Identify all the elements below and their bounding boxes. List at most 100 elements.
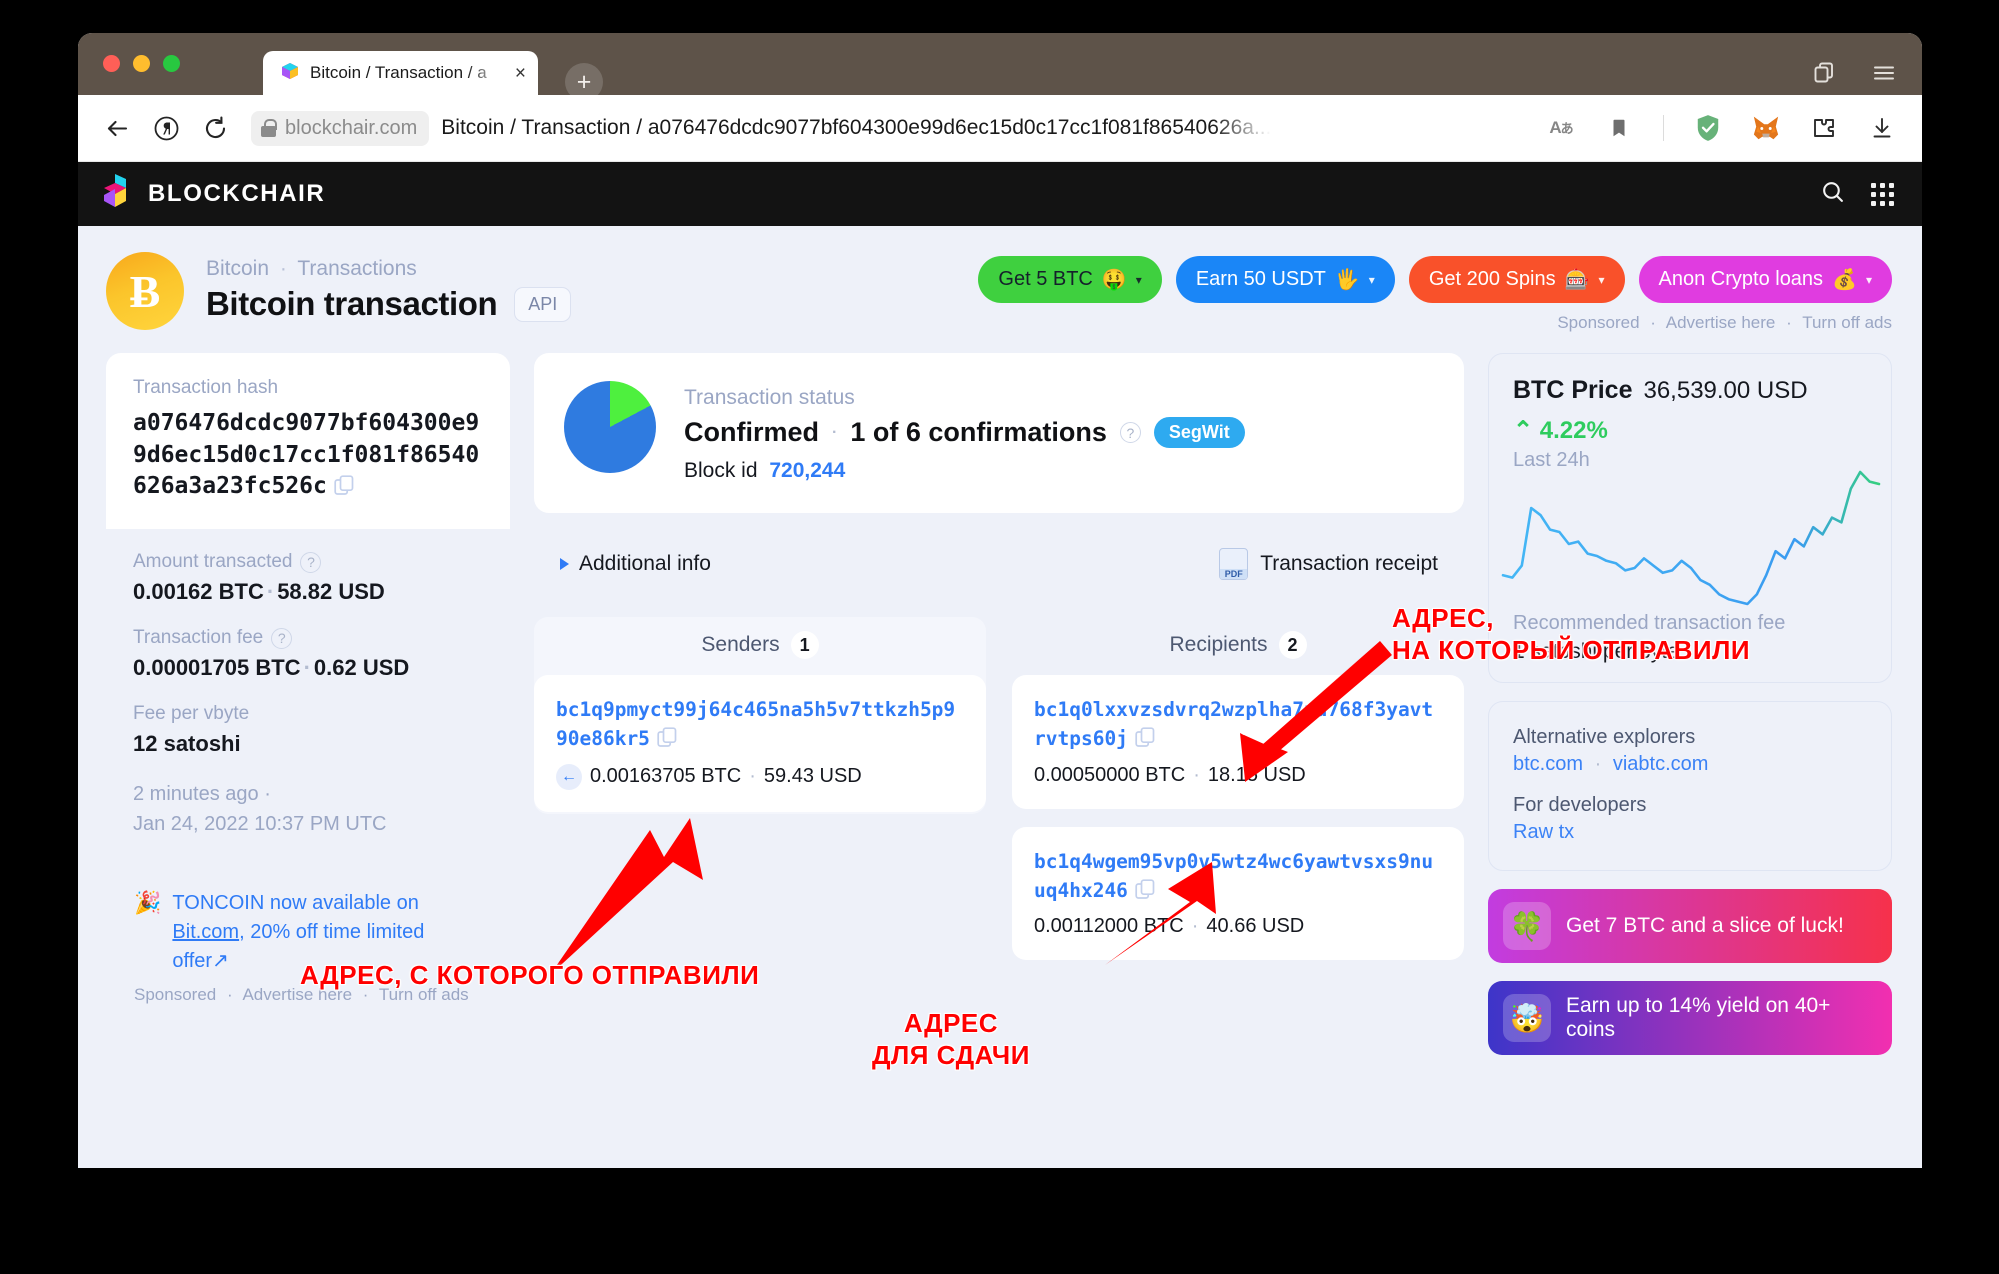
ad-button-0[interactable]: Get 5 BTC 🤑 ▾ [978,256,1162,303]
window-traffic-lights[interactable] [103,55,180,72]
block-id-link[interactable]: 720,244 [769,459,845,482]
translate-page-icon[interactable]: Aあ [1547,114,1575,142]
toncoin-bitcom-link[interactable]: Bit.com [172,921,239,943]
transaction-hash-text: a076476dcdc9077bf604300e99d6ec15d0c17cc1… [133,410,480,500]
alternative-explorers-links: btc.com · viabtc.com [1513,753,1867,776]
tab-manager-icon[interactable] [1812,61,1836,85]
breadcrumb-bitcoin[interactable]: Bitcoin [206,257,269,280]
fee-label-text: Transaction fee [133,627,264,649]
ad-button-1[interactable]: Earn 50 USDT 🖐️ ▾ [1175,256,1395,303]
amount-label-text: Amount transacted [133,551,293,573]
chevron-down-icon[interactable]: ▾ [1866,273,1872,287]
address-bar-host: blockchair.com [285,116,418,139]
transaction-receipt-label: Transaction receipt [1260,552,1438,575]
reload-button-icon[interactable] [202,115,229,142]
ads-sep-2: · [1786,313,1792,332]
ads-advertise-link[interactable]: Advertise here [1666,313,1776,332]
amount-transacted-value: 0.00162 BTC · 58.82 USD [133,579,483,605]
ad-button-2[interactable]: Get 200 Spins 🎰 ▾ [1408,256,1625,303]
raw-tx-link[interactable]: Raw tx [1513,821,1574,843]
ad-buttons-block: Get 5 BTC 🤑 ▾ Earn 50 USDT 🖐️ ▾ Get 200 Spins 🎰… [978,252,1892,333]
close-tab-button[interactable]: × [515,64,526,83]
ad-button-emoji-icon: 🖐️ [1334,269,1360,291]
maximize-window-button[interactable] [163,55,180,72]
transaction-status-main: Confirmed · 1 of 6 confirmations ? SegWi… [684,417,1245,448]
recipient-amount: 0.00112000 BTC · 40.66 USD [1034,915,1442,938]
amount-help-icon[interactable]: ? [300,551,322,573]
amount-usd: 40.66 USD [1206,915,1305,937]
lock-icon [261,119,277,137]
apps-grid-icon[interactable] [1871,182,1894,206]
back-button-icon[interactable] [104,115,131,142]
senders-list: bc1q9pmyct99j64c465na5h5v7ttkzh5p990e86k… [534,675,986,814]
new-tab-button[interactable]: + [565,63,603,101]
btc-price-label: BTC Price [1513,376,1633,404]
api-button[interactable]: API [514,286,572,322]
browser-tab[interactable]: Bitcoin / Transaction / a × [263,51,538,95]
ad-button-label: Get 200 Spins [1428,268,1556,290]
chevron-down-icon[interactable]: ▾ [1369,273,1375,287]
minimize-window-button[interactable] [133,55,150,72]
amount-btc: 0.00050000 BTC [1034,763,1186,786]
promo-banner-1[interactable]: 🤯 Earn up to 14% yield on 40+ coins [1488,981,1892,1055]
ad-button-3[interactable]: Anon Crypto loans 💰 ▾ [1638,256,1892,303]
timestamp-block: 2 minutes ago · Jan 24, 2022 10:37 PM UT… [133,779,483,839]
promo-banner-0[interactable]: 🍀 Get 7 BTC and a slice of luck! [1488,889,1892,963]
fee-per-vbyte-label: Fee per vbyte [133,703,250,725]
adguard-shield-icon[interactable] [1694,114,1722,142]
block-id-row: Block id 720,244 [684,459,1245,483]
copy-address-icon[interactable] [657,727,678,748]
sender-address-link[interactable]: bc1q9pmyct99j64c465na5h5v7ttkzh5p990e86k… [556,695,964,754]
center-column: Transaction status Confirmed · 1 of 6 co… [534,353,1464,978]
yandex-button-icon[interactable] [153,115,180,142]
status-confirmations: 1 of 6 confirmations [850,417,1107,447]
transaction-fee-label: Transaction fee ? [133,627,483,649]
transaction-receipt-link[interactable]: PDF Transaction receipt [1219,548,1438,580]
btc-com-link[interactable]: btc.com [1513,753,1583,775]
copy-address-icon[interactable] [1135,879,1156,900]
copy-hash-icon[interactable] [334,474,355,496]
browser-menu-icon[interactable] [1872,61,1896,85]
page-title: Bitcoin transaction [206,285,498,322]
recipient-address-link[interactable]: bc1q4wgem95vp0v5wtz4wc6yawtvsxs9nuuq4hx2… [1034,847,1442,906]
amount-btc: 0.00112000 BTC [1034,915,1184,937]
inputs-outputs-grid: Senders 1 bc1q9pmyct99j64c465na5h5v7ttkz… [534,617,1464,978]
site-identity-chip[interactable]: blockchair.com [251,110,430,146]
blockchair-logo-icon [102,174,133,214]
downloads-icon[interactable] [1868,114,1896,142]
address-bar[interactable]: blockchair.com Bitcoin / Transaction / a… [251,107,1525,149]
transaction-hash-value: a076476dcdc9077bf604300e99d6ec15d0c17cc1… [133,408,483,503]
promo-text: Get 7 BTC and a slice of luck! [1566,914,1844,937]
extensions-puzzle-icon[interactable] [1810,114,1838,142]
segwit-badge: SegWit [1153,417,1245,448]
close-window-button[interactable] [103,55,120,72]
chevron-down-icon[interactable]: ▾ [1598,273,1604,287]
toolbar-extensions: Aあ [1547,114,1896,142]
right-sidebar: BTC Price 36,539.00 USD ⌃ 4.22% Last 24h… [1488,353,1892,1055]
window-controls [1812,61,1896,85]
breadcrumb-transactions[interactable]: Transactions [297,257,416,280]
timestamp-absolute: Jan 24, 2022 10:37 PM UTC [133,813,387,836]
breadcrumb: Bitcoin · Transactions [206,257,571,281]
copy-address-icon[interactable] [1135,727,1156,748]
fee-help-icon[interactable]: ? [271,627,293,649]
browser-tab-title: Bitcoin / Transaction / a [310,63,487,82]
ads-turn-off-link[interactable]: Turn off ads [1802,313,1892,332]
toolbar-divider [1663,115,1664,141]
additional-info-toggle[interactable]: Additional info [560,552,711,576]
blockchair-logo-text: BLOCKCHAIR [148,180,326,207]
recipient-address-link[interactable]: bc1q0lxxvzsdvrq2wzplha7uu768f3yavtrvtps6… [1034,695,1442,754]
search-icon[interactable] [1820,179,1845,209]
viabtc-com-link[interactable]: viabtc.com [1613,753,1709,775]
toncoin-text-a: TONCOIN now available on [172,892,419,915]
bookmark-icon[interactable] [1605,114,1633,142]
status-help-icon[interactable]: ? [1119,422,1141,443]
fee-per-vbyte-value: 12 satoshi [133,731,241,757]
metamask-fox-icon[interactable] [1752,114,1780,142]
annotation-to-address: АДРЕС, НА КОТОРЫЙ ОТПРАВИЛИ [1392,603,1751,665]
blockchair-logo[interactable]: BLOCKCHAIR [102,174,325,214]
site-header: BLOCKCHAIR [78,162,1922,226]
amount-transacted-block: Amount transacted ? 0.00162 BTC · 58.82 US… [133,551,483,605]
bitcoin-logo-icon: Ƀ [106,252,184,330]
chevron-down-icon[interactable]: ▾ [1136,273,1142,287]
